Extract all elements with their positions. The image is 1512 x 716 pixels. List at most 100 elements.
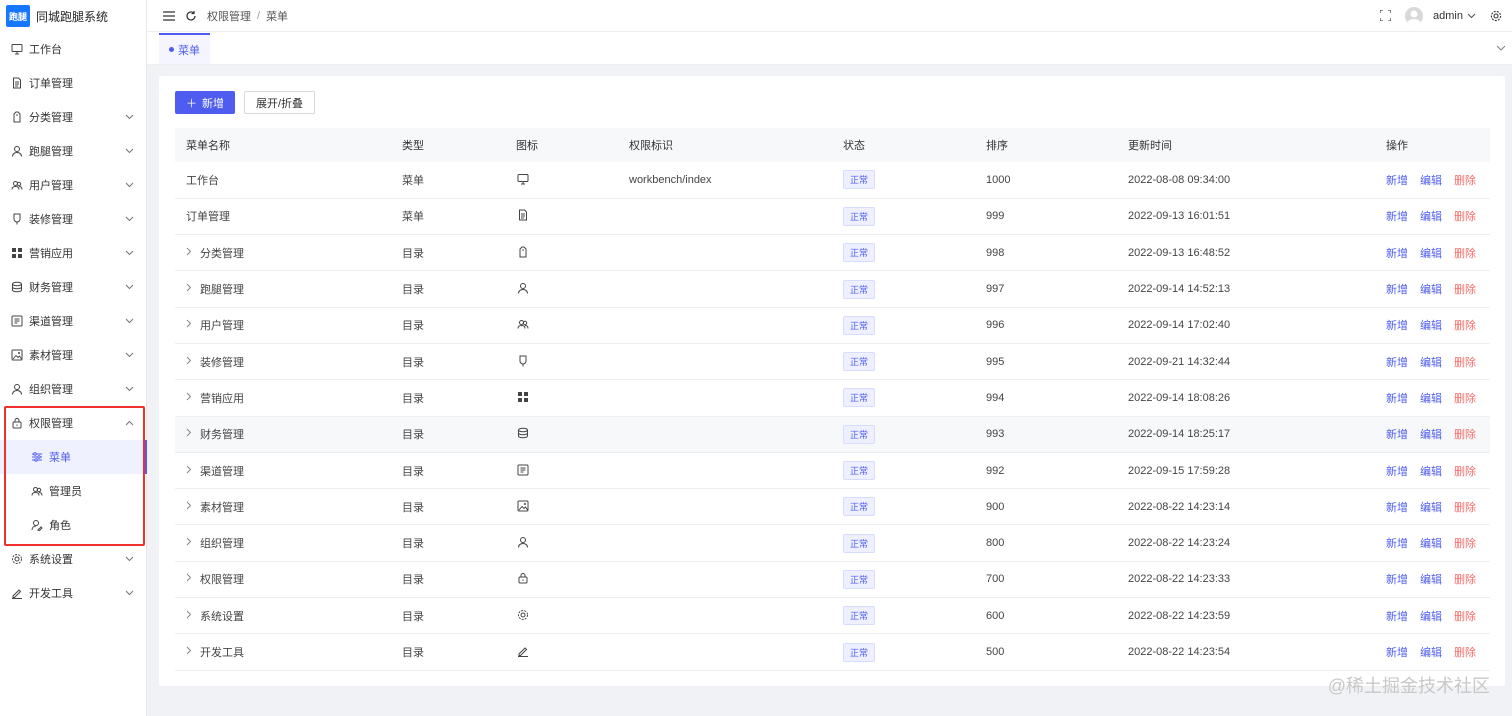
row-add-button[interactable]: 新增	[1386, 426, 1408, 442]
row-add-button[interactable]: 新增	[1386, 390, 1408, 406]
row-delete-button[interactable]: 删除	[1454, 499, 1476, 515]
table-row[interactable]: 组织管理 目录 正常 800 2022-08-22 14:23:24 新增 编辑 删除	[175, 524, 1490, 562]
user-menu[interactable]: admin	[1433, 10, 1476, 22]
row-edit-button[interactable]: 编辑	[1420, 608, 1442, 624]
chevron-right-icon[interactable]	[186, 319, 200, 331]
table-row[interactable]: 用户管理 目录 正常 996 2022-09-14 17:02:40 新增 编辑 删除	[175, 307, 1490, 344]
row-delete-button[interactable]: 删除	[1454, 571, 1476, 587]
row-edit-button[interactable]: 编辑	[1420, 208, 1442, 224]
sidebar-item[interactable]: 开发工具	[0, 576, 146, 610]
sidebar-item[interactable]: 素材管理	[0, 338, 146, 372]
table-row[interactable]: 素材管理 目录 正常 900 2022-08-22 14:23:14 新增 编辑 删除	[175, 488, 1490, 526]
row-add-button[interactable]: 新增	[1386, 608, 1408, 624]
row-edit-button[interactable]: 编辑	[1420, 571, 1442, 587]
sidebar-item[interactable]: 跑腿管理	[0, 134, 146, 168]
chevron-right-icon[interactable]	[186, 573, 200, 585]
row-add-button[interactable]: 新增	[1386, 245, 1408, 261]
table-row[interactable]: 营销应用 目录 正常 994 2022-09-14 18:08:26 新增 编辑 删除	[175, 379, 1490, 417]
row-delete-button[interactable]: 删除	[1454, 390, 1476, 406]
fullscreen-icon[interactable]	[1375, 6, 1395, 26]
row-edit-button[interactable]: 编辑	[1420, 390, 1442, 406]
chevron-right-icon[interactable]	[186, 247, 200, 259]
sidebar-item[interactable]: 用户管理	[0, 168, 146, 202]
avatar[interactable]	[1405, 6, 1424, 25]
chevron-right-icon[interactable]	[186, 356, 200, 368]
row-edit-button[interactable]: 编辑	[1420, 535, 1442, 551]
submenu-item[interactable]: 管理员	[0, 474, 146, 508]
table-row[interactable]: 分类管理 目录 正常 998 2022-09-13 16:48:52 新增 编辑 删除	[175, 234, 1490, 272]
table-row[interactable]: 装修管理 目录 正常 995 2022-09-21 14:32:44 新增 编辑 删除	[175, 343, 1490, 381]
table-row[interactable]: 工作台 菜单 workbench/index 正常 1000 2022-08-08 09:…	[175, 162, 1490, 199]
row-edit-button[interactable]: 编辑	[1420, 317, 1442, 333]
row-edit-button[interactable]: 编辑	[1420, 644, 1442, 660]
chevron-right-icon[interactable]	[186, 428, 200, 440]
row-add-button[interactable]: 新增	[1386, 354, 1408, 370]
sidebar-item[interactable]: 权限管理	[0, 406, 146, 440]
row-add-button[interactable]: 新增	[1386, 571, 1408, 587]
chevron-right-icon[interactable]	[186, 465, 200, 477]
chevron-right-icon[interactable]	[186, 283, 200, 295]
tab-menu[interactable]: 菜单	[159, 33, 210, 64]
row-add-button[interactable]: 新增	[1386, 463, 1408, 479]
chevron-right-icon[interactable]	[186, 610, 200, 622]
row-add-button[interactable]: 新增	[1386, 281, 1408, 297]
chevron-down-icon[interactable]	[1496, 42, 1506, 54]
sidebar-item[interactable]: 营销应用	[0, 236, 146, 270]
sort-order: 800	[975, 524, 1117, 562]
submenu-item[interactable]: 菜单	[0, 440, 147, 474]
row-add-button[interactable]: 新增	[1386, 172, 1408, 188]
row-add-button[interactable]: 新增	[1386, 644, 1408, 660]
row-delete-button[interactable]: 删除	[1454, 245, 1476, 261]
sidebar-item[interactable]: 订单管理	[0, 66, 146, 100]
row-add-button[interactable]: 新增	[1386, 535, 1408, 551]
table-row[interactable]: 开发工具 目录 正常 500 2022-08-22 14:23:54 新增 编辑 删除	[175, 633, 1490, 671]
table-row[interactable]: 跑腿管理 目录 正常 997 2022-09-14 14:52:13 新增 编辑 删除	[175, 270, 1490, 308]
sidebar-item[interactable]: 渠道管理	[0, 304, 146, 338]
table-row[interactable]: 权限管理 目录 正常 700 2022-08-22 14:23:33 新增 编辑 删除	[175, 561, 1490, 599]
sidebar-item[interactable]: 系统设置	[0, 542, 146, 576]
breadcrumb-item[interactable]: 权限管理	[207, 8, 251, 24]
sort-order: 993	[975, 416, 1117, 453]
row-edit-button[interactable]: 编辑	[1420, 354, 1442, 370]
menu-toggle-icon[interactable]	[159, 6, 179, 26]
row-delete-button[interactable]: 删除	[1454, 535, 1476, 551]
row-delete-button[interactable]: 删除	[1454, 426, 1476, 442]
row-delete-button[interactable]: 删除	[1454, 172, 1476, 188]
sidebar-item[interactable]: 财务管理	[0, 270, 146, 304]
row-delete-button[interactable]: 删除	[1454, 354, 1476, 370]
chevron-right-icon[interactable]	[186, 646, 200, 658]
row-delete-button[interactable]: 删除	[1454, 208, 1476, 224]
row-delete-button[interactable]: 删除	[1454, 463, 1476, 479]
row-edit-button[interactable]: 编辑	[1420, 499, 1442, 515]
sidebar-item[interactable]: 装修管理	[0, 202, 146, 236]
row-add-button[interactable]: 新增	[1386, 317, 1408, 333]
row-add-button[interactable]: 新增	[1386, 208, 1408, 224]
sidebar-item[interactable]: 组织管理	[0, 372, 146, 406]
chevron-right-icon[interactable]	[186, 501, 200, 513]
refresh-icon[interactable]	[181, 6, 201, 26]
table-row[interactable]: 订单管理 菜单 正常 999 2022-09-13 16:01:51 新增 编辑 删除	[175, 198, 1490, 236]
sidebar-item[interactable]: 工作台	[0, 32, 146, 66]
row-delete-button[interactable]: 删除	[1454, 608, 1476, 624]
table-row[interactable]: 财务管理 目录 正常 993 2022-09-14 18:25:17 新增 编辑 删除	[175, 416, 1490, 453]
gear-icon[interactable]	[1486, 6, 1506, 26]
chevron-right-icon[interactable]	[186, 537, 200, 549]
row-edit-button[interactable]: 编辑	[1420, 172, 1442, 188]
sidebar-item[interactable]: 分类管理	[0, 100, 146, 134]
add-button[interactable]: ＋ 新增	[175, 91, 235, 114]
table-row[interactable]: 渠道管理 目录 正常 992 2022-09-15 17:59:28 新增 编辑 删除	[175, 452, 1490, 490]
row-edit-button[interactable]: 编辑	[1420, 463, 1442, 479]
row-edit-button[interactable]: 编辑	[1420, 245, 1442, 261]
row-add-button[interactable]: 新增	[1386, 499, 1408, 515]
expand-collapse-button[interactable]: 展开/折叠	[244, 91, 316, 114]
row-delete-button[interactable]: 删除	[1454, 644, 1476, 660]
table-row[interactable]: 系统设置 目录 正常 600 2022-08-22 14:23:59 新增 编辑 删除	[175, 597, 1490, 635]
chevron-right-icon[interactable]	[186, 392, 200, 404]
row-edit-button[interactable]: 编辑	[1420, 426, 1442, 442]
logo[interactable]: 跑腿 同城跑腿系统	[0, 0, 146, 32]
row-edit-button[interactable]: 编辑	[1420, 281, 1442, 297]
row-delete-button[interactable]: 删除	[1454, 317, 1476, 333]
submenu-item[interactable]: 角色	[0, 508, 146, 542]
row-delete-button[interactable]: 删除	[1454, 281, 1476, 297]
monitor-icon	[11, 43, 23, 55]
